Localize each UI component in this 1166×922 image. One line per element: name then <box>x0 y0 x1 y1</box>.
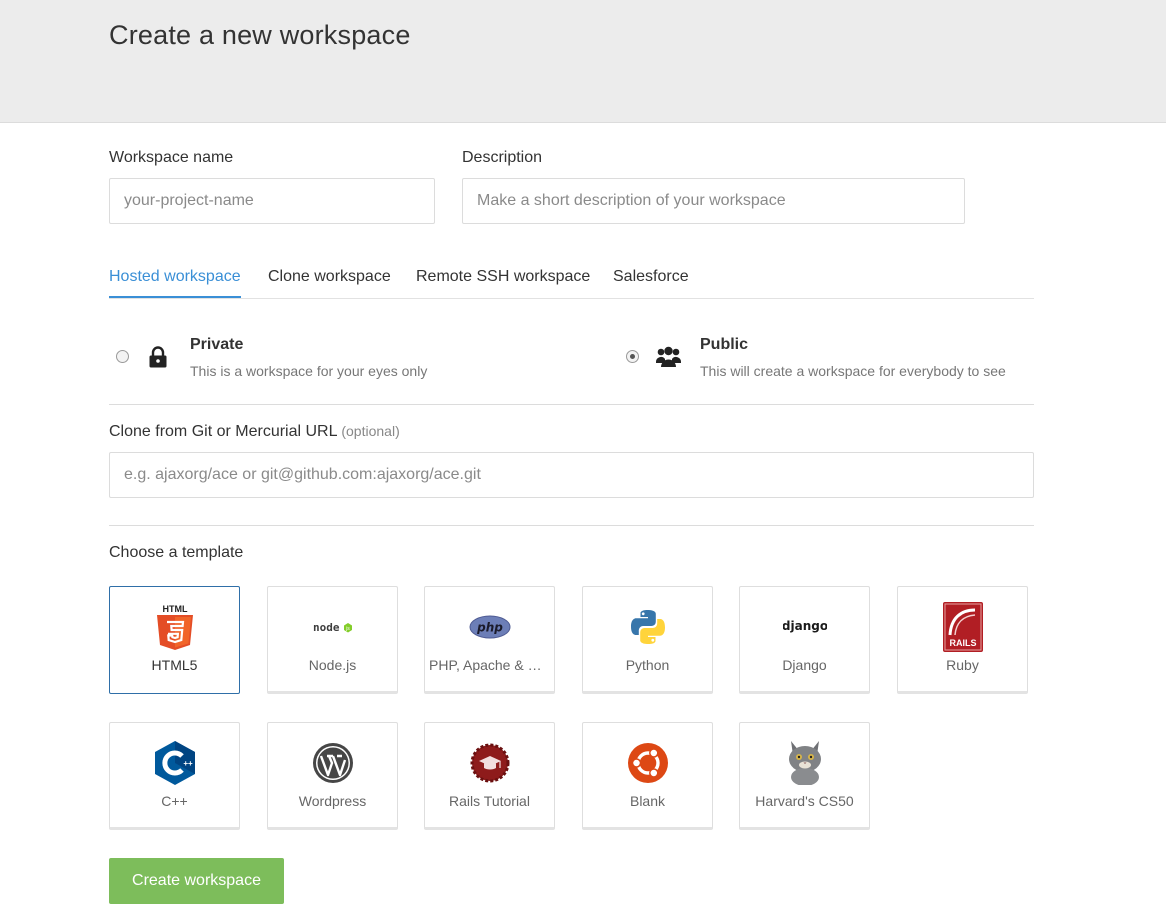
template-name: Harvard's CS50 <box>755 793 854 809</box>
template-name: Rails Tutorial <box>449 793 530 809</box>
template-name: Python <box>625 657 670 673</box>
choose-template-label: Choose a template <box>109 544 244 561</box>
svg-text:js: js <box>345 626 350 632</box>
cs50-cat-icon <box>783 739 827 785</box>
public-title: Public <box>700 336 749 353</box>
workspace-name-label: Workspace name <box>109 149 234 166</box>
public-radio[interactable] <box>626 350 639 363</box>
tab-salesforce[interactable]: Salesforce <box>613 260 689 299</box>
private-radio[interactable] <box>116 350 129 363</box>
template-name: PHP, Apache & MySQL <box>429 657 550 673</box>
template-name: Ruby <box>946 657 979 673</box>
ubuntu-icon <box>626 741 670 785</box>
template-name: Wordpress <box>298 793 367 809</box>
clone-url-label-text: Clone from Git or Mercurial URL <box>109 423 337 440</box>
template-cs50[interactable]: Harvard's CS50 <box>739 722 870 830</box>
workspace-name-input[interactable] <box>109 178 435 224</box>
svg-text:django: django <box>783 619 827 633</box>
clone-url-label: Clone from Git or Mercurial URL (optiona… <box>109 423 400 441</box>
template-name: Django <box>782 657 827 673</box>
rails-tutorial-icon <box>468 741 512 785</box>
html5-icon: HTML <box>153 604 197 650</box>
template-name: Node.js <box>308 657 357 673</box>
svg-text:RAILS: RAILS <box>949 638 976 648</box>
template-cpp[interactable]: ++ C++ <box>109 722 240 830</box>
tab-remote-ssh-workspace[interactable]: Remote SSH workspace <box>416 260 590 299</box>
svg-text:++: ++ <box>183 759 193 768</box>
clone-url-input[interactable] <box>109 452 1034 498</box>
users-icon <box>656 346 681 373</box>
template-name: HTML5 <box>151 657 198 673</box>
template-name: Blank <box>629 793 666 809</box>
tab-clone-workspace[interactable]: Clone workspace <box>268 260 391 299</box>
create-workspace-button[interactable]: Create workspace <box>109 858 284 904</box>
page-title: Create a new workspace <box>109 20 411 50</box>
private-title: Private <box>190 336 244 353</box>
wordpress-icon <box>311 741 355 785</box>
rails-icon: RAILS <box>941 602 985 652</box>
template-wordpress[interactable]: Wordpress <box>267 722 398 830</box>
svg-text:HTML: HTML <box>162 604 187 614</box>
description-input[interactable] <box>462 178 965 224</box>
optional-hint: (optional) <box>341 423 400 439</box>
template-python[interactable]: Python <box>582 586 713 694</box>
template-nodejs[interactable]: node js Node.js <box>267 586 398 694</box>
template-ruby[interactable]: RAILS Ruby <box>897 586 1028 694</box>
svg-text:node: node <box>313 621 340 634</box>
template-php[interactable]: php PHP, Apache & MySQL <box>424 586 555 694</box>
tab-hosted-workspace[interactable]: Hosted workspace <box>109 260 241 298</box>
description-label: Description <box>462 149 543 166</box>
workspace-type-tabs: Hosted workspace Clone workspace Remote … <box>109 260 1034 299</box>
public-description: This will create a workspace for everybo… <box>700 363 1006 379</box>
django-icon: django <box>783 605 827 649</box>
template-rails-tutorial[interactable]: Rails Tutorial <box>424 722 555 830</box>
private-description: This is a workspace for your eyes only <box>190 363 428 379</box>
lock-icon <box>148 346 168 373</box>
php-icon: php <box>468 605 512 649</box>
section-divider <box>109 404 1034 405</box>
template-django[interactable]: django Django <box>739 586 870 694</box>
page-header: Create a new workspace <box>0 0 1166 123</box>
section-divider <box>109 525 1034 526</box>
svg-text:php: php <box>476 621 503 635</box>
template-name: C++ <box>161 793 188 809</box>
python-icon <box>626 605 670 649</box>
nodejs-icon: node js <box>311 605 355 649</box>
template-blank[interactable]: Blank <box>582 722 713 830</box>
cpp-icon: ++ <box>153 741 197 785</box>
template-html5[interactable]: HTML HTML5 <box>109 586 240 694</box>
